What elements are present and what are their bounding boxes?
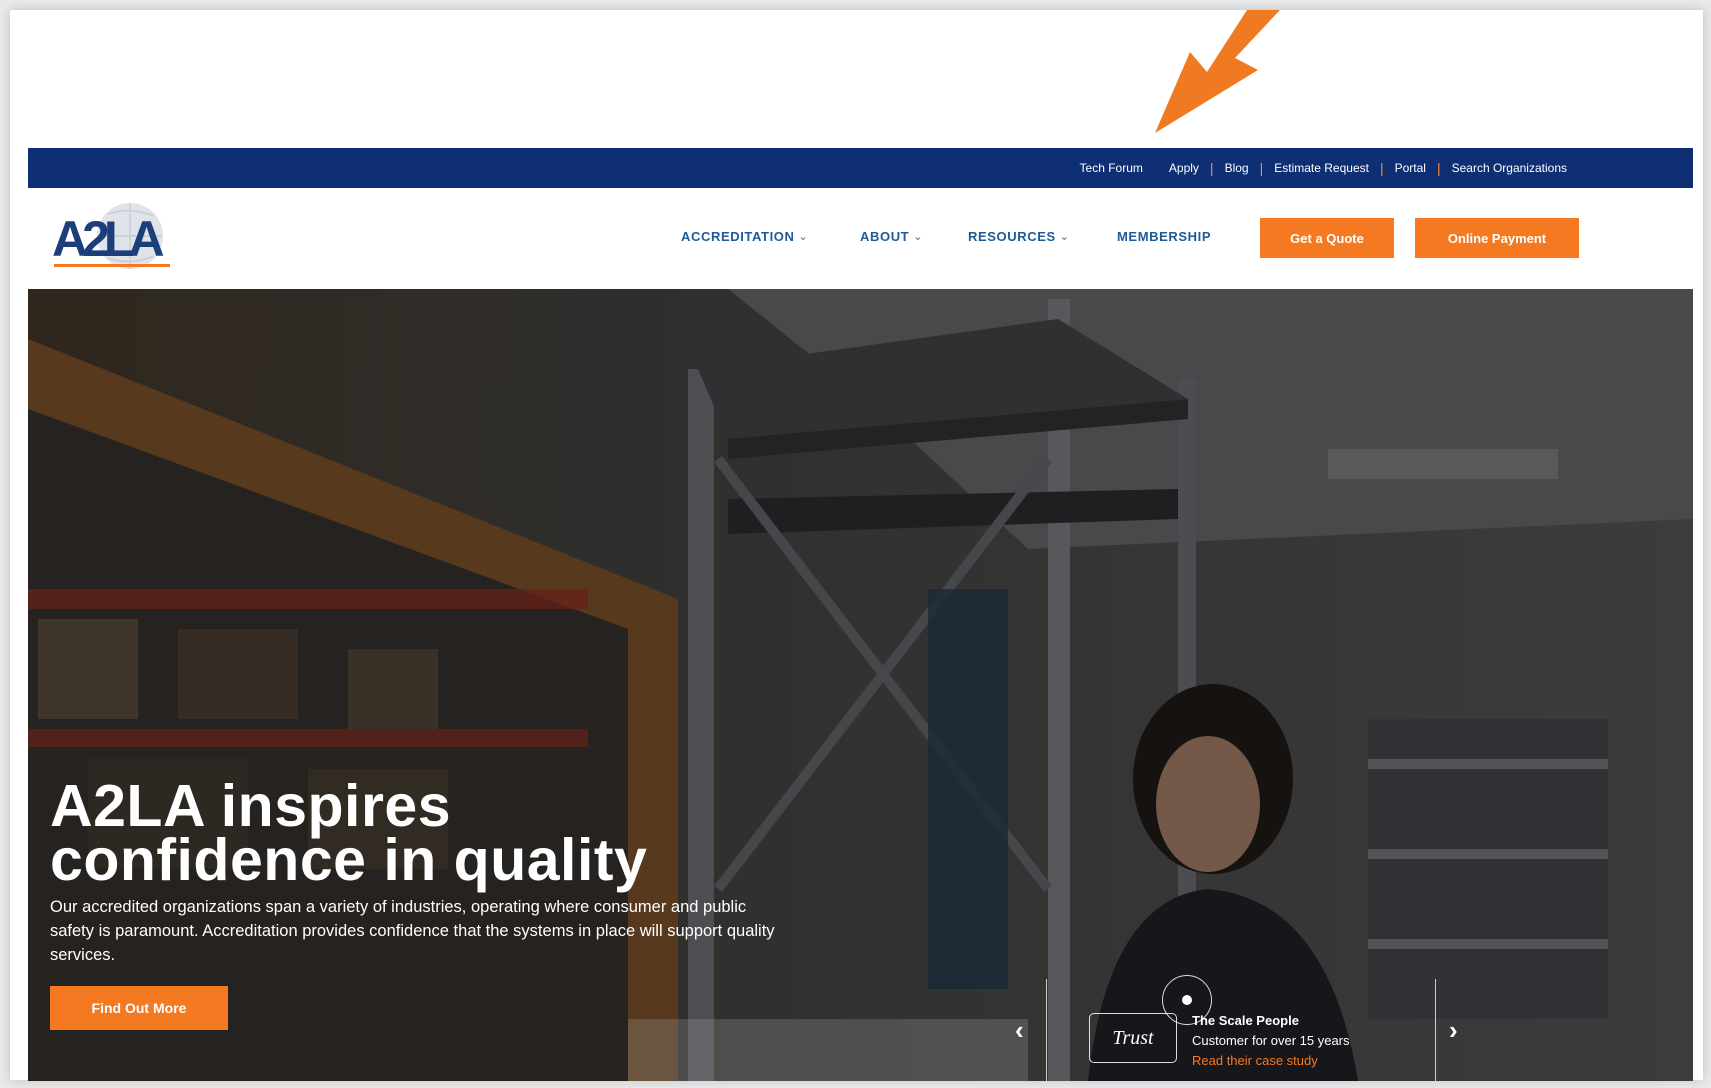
testimonial-text: The Scale People Customer for over 15 ye… [1192,1013,1350,1068]
get-a-quote-button[interactable]: Get a Quote [1260,218,1394,258]
nav-membership[interactable]: MEMBERSHIP [1117,229,1211,244]
chevron-right-icon[interactable]: › [1449,1015,1458,1046]
hero-title-line-1: A2LA inspires [50,773,452,839]
hero-title-line-2: confidence in quality [50,827,648,893]
chevron-down-icon: ⌄ [1059,231,1070,243]
annotation-arrow-icon [1155,10,1280,133]
trust-badge-label: Trust [1112,1026,1154,1049]
chevron-left-icon[interactable]: ‹ [1015,1015,1024,1046]
svg-text:A2LA: A2LA [52,211,163,267]
online-payment-button[interactable]: Online Payment [1415,218,1579,258]
utility-link-tech-forum[interactable]: Tech Forum [1080,161,1143,175]
utility-separator: | [1259,160,1264,176]
utility-link-estimate-request[interactable]: Estimate Request [1274,161,1369,175]
nav-resources-label: RESOURCES [968,229,1056,244]
case-study-link[interactable]: Read their case study [1192,1053,1350,1068]
hero-banner: A2LA inspires confidence in quality Our … [28,289,1693,1081]
hero-title: A2LA inspires confidence in quality [50,773,648,893]
find-out-more-button[interactable]: Find Out More [50,986,228,1030]
utility-nav-bar: Tech Forum Apply | Blog | Estimate Reque… [28,148,1693,188]
chevron-down-icon: ⌄ [798,231,809,243]
nav-accreditation-label: ACCREDITATION [681,229,795,244]
testimonial-company: The Scale People [1192,1013,1299,1028]
trust-badge: Trust [1089,1013,1177,1063]
utility-separator: | [1379,160,1384,176]
nav-accreditation[interactable]: ACCREDITATION ⌄ [681,229,808,244]
main-header: A2LA ACCREDITATION ⌄ ABOUT ⌄ RESOURCES ⌄… [28,188,1693,289]
utility-link-portal[interactable]: Portal [1395,161,1426,175]
testimonial-divider-left [1046,979,1047,1081]
nav-resources[interactable]: RESOURCES ⌄ [968,229,1070,244]
utility-link-blog[interactable]: Blog [1225,161,1249,175]
testimonial-subtitle: Customer for over 15 years [1192,1033,1350,1048]
testimonial-divider-right [1435,979,1436,1081]
chevron-down-icon: ⌄ [913,231,924,243]
utility-separator: | [1209,160,1214,176]
nav-membership-label: MEMBERSHIP [1117,229,1212,244]
a2la-logo[interactable]: A2LA [50,198,178,278]
utility-link-apply[interactable]: Apply [1169,161,1199,175]
nav-about-label: ABOUT [860,229,910,244]
utility-link-search-organizations[interactable]: Search Organizations [1452,161,1567,175]
hero-description: Our accredited organizations span a vari… [50,898,775,964]
utility-separator: | [1436,160,1441,176]
nav-about[interactable]: ABOUT ⌄ [860,229,923,244]
